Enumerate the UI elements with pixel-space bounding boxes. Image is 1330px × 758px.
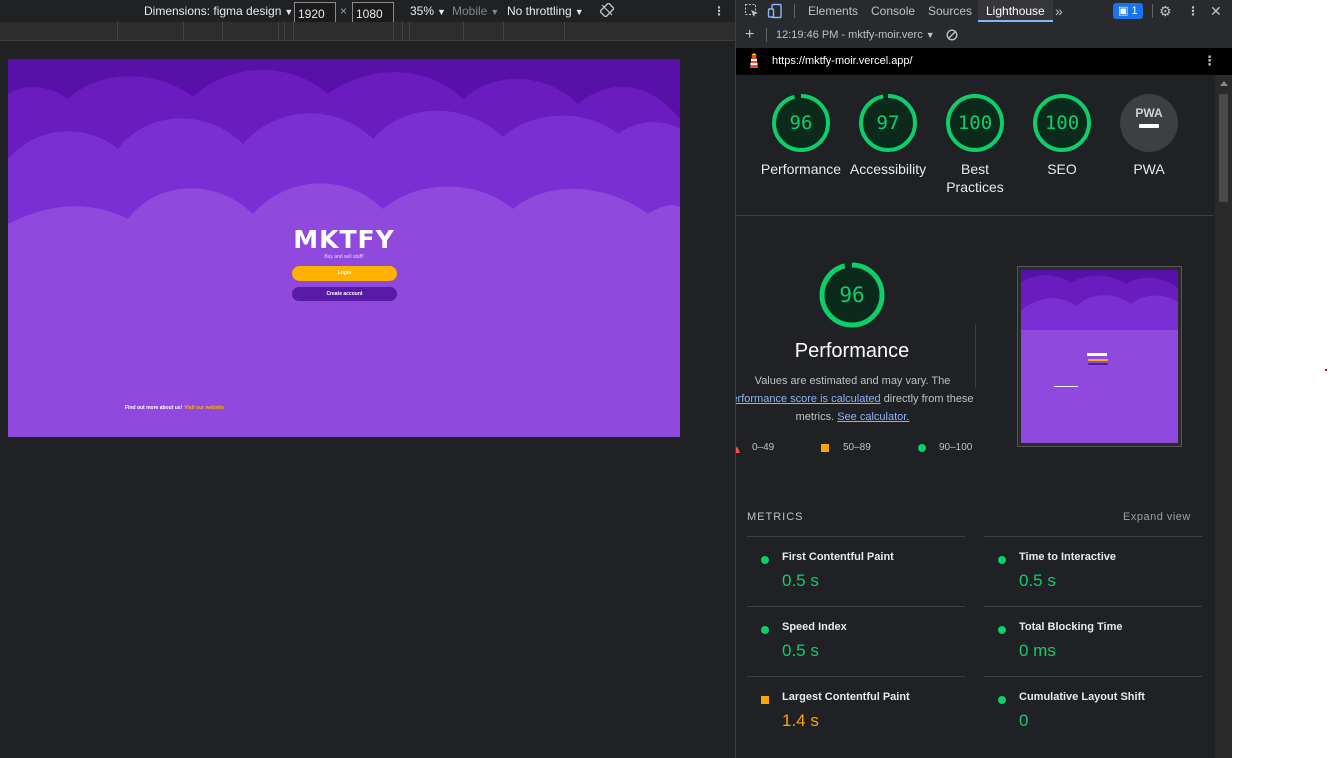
settings-gear-icon[interactable]: ⚙ (1159, 0, 1172, 22)
report-selector[interactable]: 12:19:46 PM - mktfy-moir.verc ▼ (776, 22, 935, 48)
see-calculator-link[interactable]: See calculator. (837, 411, 909, 423)
tab-sources[interactable]: Sources (928, 0, 972, 22)
svg-text:PWA: PWA (1135, 106, 1163, 120)
lighthouse-logo-icon (747, 53, 761, 72)
report-scrollbar[interactable] (1215, 75, 1232, 758)
expand-view-button[interactable]: Expand view (1123, 511, 1191, 523)
legend-pass: 90–100 (939, 442, 973, 453)
message-icon: ▣ (1118, 5, 1132, 17)
gauge-label: PWA (1133, 161, 1165, 177)
pass-circle-icon (761, 556, 769, 564)
report-url[interactable]: https://mktfy-moir.vercel.app/ (772, 55, 913, 67)
gauge-ring: 100 (945, 93, 1005, 153)
metric-name: Largest Contentful Paint (782, 691, 910, 703)
metric-value: 0 (1019, 711, 1029, 730)
caret-down-icon: ▼ (437, 7, 446, 17)
legend-fail: 0–49 (752, 442, 775, 453)
rotate-icon[interactable] (599, 2, 615, 24)
score-calculated-link[interactable]: erformance score is calculated (736, 393, 881, 405)
metric-name: First Contentful Paint (782, 551, 894, 563)
metric-name: Total Blocking Time (1019, 621, 1123, 633)
tab-elements[interactable]: Elements (808, 0, 858, 22)
visit-website-link[interactable]: Visit our website (184, 405, 224, 411)
caret-down-icon: ▼ (574, 7, 584, 17)
gauge-score: 100 (957, 112, 993, 134)
zoom-dropdown[interactable]: 35% ▼ (410, 0, 446, 22)
metric-item: Total Blocking Time 0 ms (984, 606, 1202, 677)
metric-item: Largest Contentful Paint 1.4 s (747, 676, 965, 747)
metric-value: 0.5 s (782, 641, 819, 660)
site-footer: Find out more about us! Visit our website (125, 405, 224, 411)
plus-icon[interactable]: + (745, 22, 754, 48)
devtools-panel: Elements Console Sources Lighthouse » ▣ … (735, 0, 1232, 758)
metric-name: Cumulative Layout Shift (1019, 691, 1145, 703)
caret-down-icon: ▼ (490, 7, 500, 17)
pass-circle-icon (998, 696, 1006, 704)
more-tabs-icon[interactable]: » (1055, 0, 1063, 22)
metric-value: 0 ms (1019, 641, 1056, 660)
lighthouse-report: 96 Performance 97 Accessibility 100 Best Prac… (736, 75, 1214, 758)
metric-value: 0.5 s (1019, 571, 1056, 590)
more-options-icon[interactable]: ⋮ (713, 0, 725, 22)
media-query-ruler (0, 22, 735, 41)
metric-item: Speed Index 0.5 s (747, 606, 965, 677)
lighthouse-toolbar: + 12:19:46 PM - mktfy-moir.verc ▼ (736, 22, 1232, 49)
caret-down-icon: ▼ (284, 7, 294, 17)
throttling-dropdown[interactable]: No throttling ▼ (507, 0, 584, 22)
pass-circle-icon (998, 626, 1006, 634)
performance-score: 96 (839, 283, 865, 307)
metric-value: 0.5 s (782, 571, 819, 590)
dimensions-dropdown[interactable]: Dimensions: figma design ▼ (144, 0, 293, 22)
metric-item: First Contentful Paint 0.5 s (747, 536, 965, 607)
performance-note: Values are estimated and may vary. The e… (736, 372, 975, 426)
stray-pixel (1325, 369, 1327, 371)
metric-item: Cumulative Layout Shift 0 (984, 676, 1202, 747)
issues-badge[interactable]: ▣ 1 (1113, 3, 1143, 19)
metrics-title: METRICS (747, 511, 804, 523)
final-screenshot-thumbnail[interactable] (1017, 266, 1182, 447)
gauge-score: 100 (1044, 112, 1080, 134)
average-square-icon (761, 696, 769, 704)
devtools-tab-bar: Elements Console Sources Lighthouse » ▣ … (736, 0, 1232, 23)
metric-name: Time to Interactive (1019, 551, 1116, 563)
gauge-ring: 100 (1032, 93, 1092, 153)
times-sign: × (340, 4, 348, 18)
average-square-icon (821, 444, 829, 452)
login-button[interactable]: Login (292, 266, 397, 281)
performance-gauge: 96 (819, 262, 885, 328)
pass-circle-icon (998, 556, 1006, 564)
tab-console[interactable]: Console (871, 0, 915, 22)
metric-value: 1.4 s (782, 711, 819, 730)
gauge-score: 96 (789, 112, 813, 134)
performance-title: Performance (794, 340, 910, 362)
tab-lighthouse[interactable]: Lighthouse (978, 0, 1053, 22)
gauge-ring: 97 (858, 93, 918, 153)
device-type-dropdown[interactable]: Mobile ▼ (452, 0, 499, 22)
legend-average: 50–89 (843, 442, 871, 453)
report-url-bar: https://mktfy-moir.vercel.app/ ⋮ (736, 48, 1232, 75)
device-emulation-pane: Dimensions: figma design ▼ 1920 × 1080 35… (0, 0, 735, 758)
pass-circle-icon (761, 626, 769, 634)
emulated-page-viewport: MKTFY Buy and sell stuff! Login Create a… (8, 59, 680, 437)
pass-circle-icon (918, 444, 926, 452)
gauge-label: Best Practices (946, 161, 1004, 195)
create-account-button[interactable]: Create account (292, 287, 397, 301)
fail-triangle-icon (736, 445, 740, 456)
close-icon[interactable]: ✕ (1210, 0, 1222, 22)
caret-down-icon: ▼ (925, 30, 935, 40)
clear-icon[interactable] (946, 29, 958, 41)
more-options-icon[interactable]: ⋮ (1187, 0, 1199, 22)
device-toolbar: Dimensions: figma design ▼ 1920 × 1080 35… (0, 0, 735, 26)
site-logo-title: MKTFY (293, 225, 395, 254)
pwa-badge-icon: PWA (1119, 93, 1179, 153)
score-gauge-4[interactable]: PWA PWA (1089, 93, 1209, 178)
issues-count: 1 (1131, 5, 1138, 17)
gauge-score: 97 (876, 112, 900, 134)
footer-text: Find out more about us! (125, 405, 183, 411)
site-subtitle: Buy and sell stuff! (324, 254, 364, 260)
metric-name: Speed Index (782, 621, 847, 633)
gauge-ring: 96 (771, 93, 831, 153)
report-menu-icon[interactable]: ⋮ (1203, 53, 1216, 69)
metric-item: Time to Interactive 0.5 s (984, 536, 1202, 607)
